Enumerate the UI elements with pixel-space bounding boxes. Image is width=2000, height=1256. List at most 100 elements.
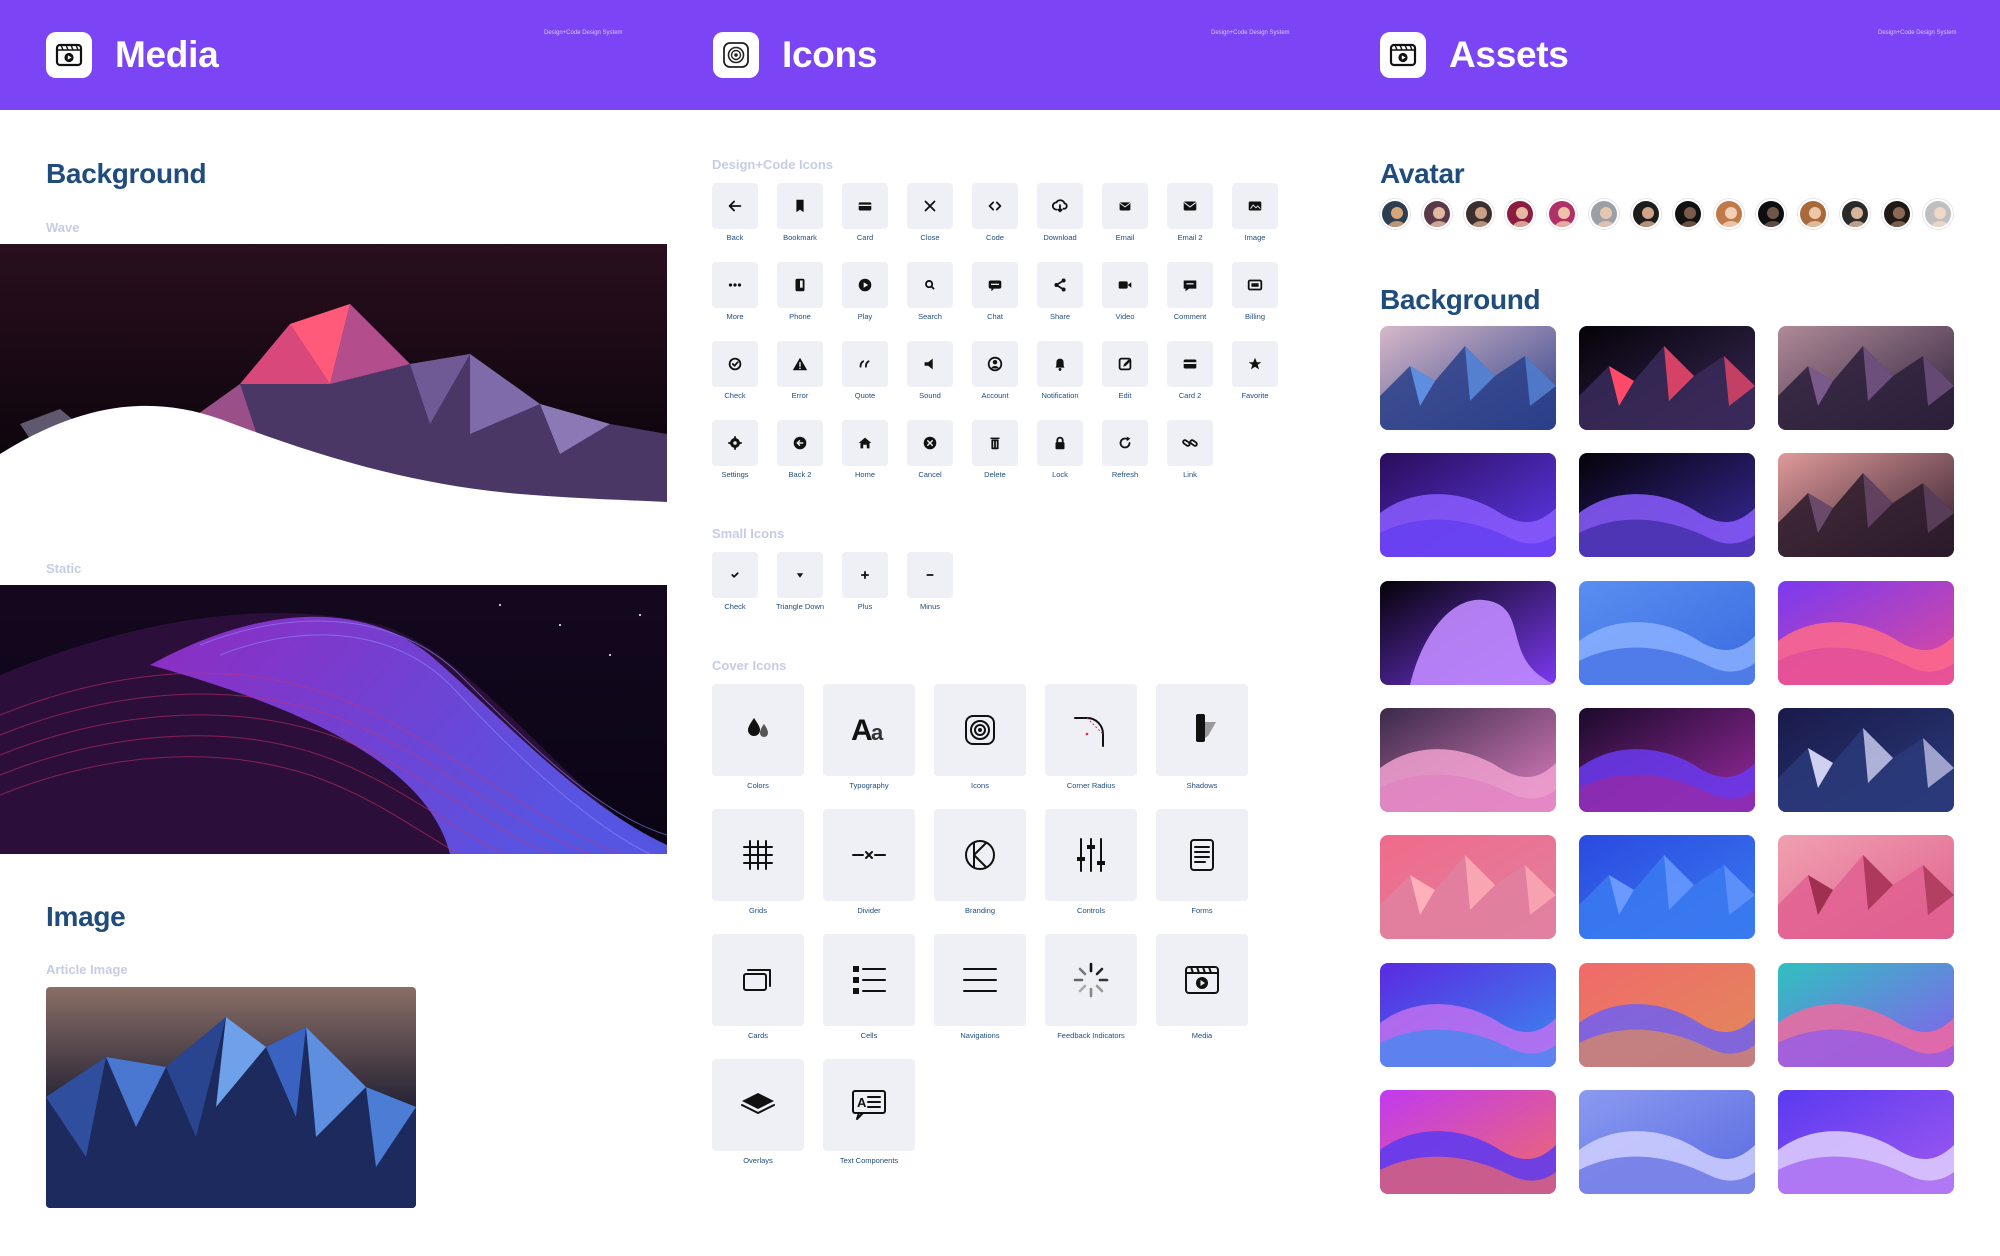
background-thumbnail (1579, 835, 1755, 940)
header-tagline: Design+Code Design System (1211, 30, 1290, 36)
static-background-image (0, 585, 667, 854)
icon-label: Play (857, 312, 873, 321)
image-icon (1248, 201, 1262, 211)
email-icon (1119, 202, 1131, 211)
link-icon-tile (1167, 420, 1213, 466)
background-thumbnail (1778, 326, 1954, 430)
back-icon-tile (712, 183, 758, 229)
refresh-icon-tile (1102, 420, 1148, 466)
cover-corner-radius-tile (1045, 684, 1137, 776)
cover-icon-label: Navigations (960, 1031, 1000, 1040)
home-icon (858, 437, 872, 449)
background-thumbnail (1380, 326, 1556, 430)
error-icon (792, 357, 808, 371)
small-minus-tile (907, 552, 953, 598)
background-thumbnail (1778, 580, 1954, 685)
download-icon (1051, 199, 1068, 213)
refresh-icon (1119, 436, 1131, 449)
favorite-icon-tile (1232, 341, 1278, 387)
search-icon-tile (907, 262, 953, 308)
cancel-icon (923, 436, 937, 450)
cover-icon-label: Typography (849, 781, 889, 790)
icon-label: Email (1115, 233, 1135, 242)
cover-icon-label: Overlays (743, 1156, 773, 1165)
check-icon (728, 357, 742, 371)
navigations-icon (963, 968, 997, 992)
icon-label: Cancel (918, 470, 942, 479)
cover-overlays-tile (712, 1059, 804, 1151)
cover-branding-tile (934, 809, 1026, 901)
icon-label: Notification (1041, 391, 1079, 400)
lock-icon (1055, 436, 1065, 450)
icon-label: Download (1043, 233, 1077, 242)
cover-icon-label: Branding (964, 906, 996, 915)
video-icon (1118, 281, 1132, 289)
background-thumbnail (1380, 962, 1556, 1067)
background-thumbnail (1380, 580, 1556, 685)
card-icon-tile (842, 183, 888, 229)
header-assets: Assets Design+Code Design System (1334, 0, 2000, 110)
email-2-icon (1183, 201, 1197, 211)
avatar (1923, 199, 1954, 229)
cover-cards-tile (712, 934, 804, 1026)
avatar (1630, 199, 1661, 229)
svg-text:A: A (851, 714, 873, 747)
cells-icon (853, 966, 886, 994)
code-icon-tile (972, 183, 1018, 229)
background-thumbnail (1778, 453, 1954, 558)
header-title: Icons (782, 34, 878, 75)
icon-label: Card 2 (1178, 391, 1202, 400)
background-thumbnail (1579, 1089, 1755, 1194)
small-plus-icon (860, 570, 870, 580)
avatar (1672, 199, 1703, 229)
billing-icon-tile (1232, 262, 1278, 308)
search-icon (925, 280, 935, 290)
card-2-icon-tile (1167, 341, 1213, 387)
close-icon (924, 200, 936, 212)
corner-radius-icon (1074, 717, 1104, 747)
quote-icon (859, 360, 870, 368)
branding-icon (965, 840, 995, 870)
icon-label: Check (724, 391, 746, 400)
icon-label: Code (986, 233, 1004, 242)
background-thumbnail (1579, 453, 1755, 558)
header-bar: Media Design+Code Design System Icons De… (0, 0, 2000, 110)
icon-label: Phone (789, 312, 811, 321)
account-icon-tile (972, 341, 1018, 387)
phone-icon-tile (777, 262, 823, 308)
cover-icon-label: Colors (747, 781, 769, 790)
design-code-icons-label: Design+Code Icons (712, 157, 833, 172)
card-icon (858, 202, 872, 211)
media-player-icon (46, 32, 92, 78)
divider-icon (852, 851, 886, 859)
background-thumbnail (1380, 707, 1556, 812)
icon-label: Edit (1118, 391, 1132, 400)
home-icon-tile (842, 420, 888, 466)
cover-icon-label: Forms (1191, 906, 1213, 915)
download-icon-tile (1037, 183, 1083, 229)
icon-label: Delete (984, 470, 1006, 479)
controls-icon (1077, 838, 1105, 872)
icon-label: Sound (919, 391, 941, 400)
icon-label: Email 2 (1177, 233, 1203, 242)
chat-icon (988, 280, 1002, 292)
icons-icon (965, 715, 995, 745)
avatar-title: Avatar (1380, 158, 1465, 189)
icon-label: Card (856, 233, 874, 242)
close-icon-tile (907, 183, 953, 229)
favorite-icon (1248, 357, 1262, 370)
icon-label: Chat (987, 312, 1003, 321)
colors-icon (748, 718, 768, 737)
background-thumbnail (1579, 707, 1755, 812)
cover-icon-label: Media (1191, 1031, 1213, 1040)
avatar (1714, 199, 1745, 229)
svg-text:A: A (857, 1095, 867, 1110)
settings-icon (728, 436, 742, 450)
design-system-canvas: Media Design+Code Design System Icons De… (0, 0, 2000, 1256)
image-section-title: Image (46, 901, 126, 932)
small-icon-label: Minus (919, 602, 940, 611)
back-icon (728, 200, 742, 212)
cover-navigations-tile (934, 934, 1026, 1026)
icon-label: Back (726, 233, 744, 242)
cover-cells-tile (823, 934, 915, 1026)
